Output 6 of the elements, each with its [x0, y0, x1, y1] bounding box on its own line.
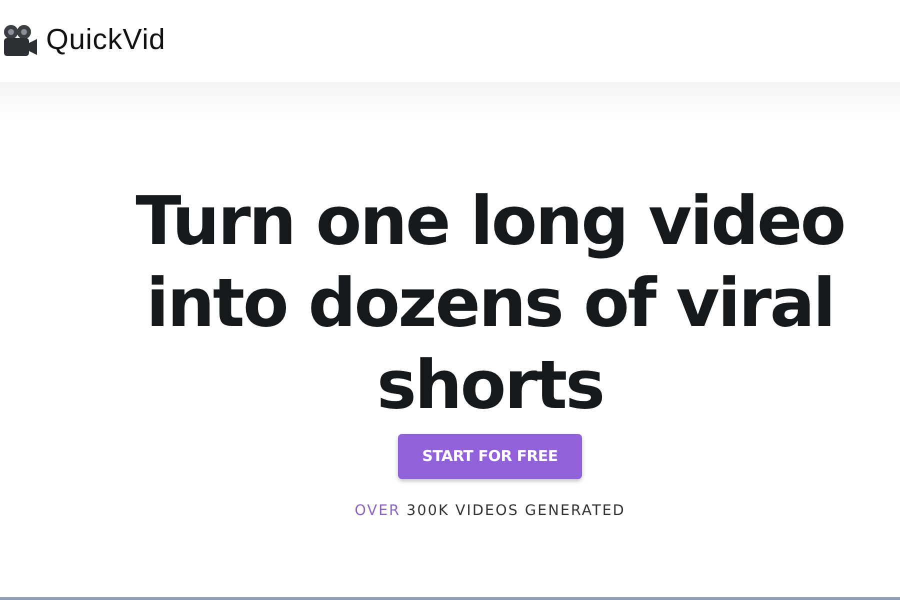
brand-name[interactable]: QuickVid	[46, 19, 166, 63]
tagline-highlight: OVER	[354, 502, 401, 518]
hero-headline: Turn one long video into dozens of viral shorts	[134, 181, 846, 426]
start-button[interactable]: START FOR FREE	[398, 434, 582, 478]
tagline-text: 300K VIDEOS GENERATED	[406, 502, 626, 518]
movie-camera-icon	[2, 24, 38, 58]
